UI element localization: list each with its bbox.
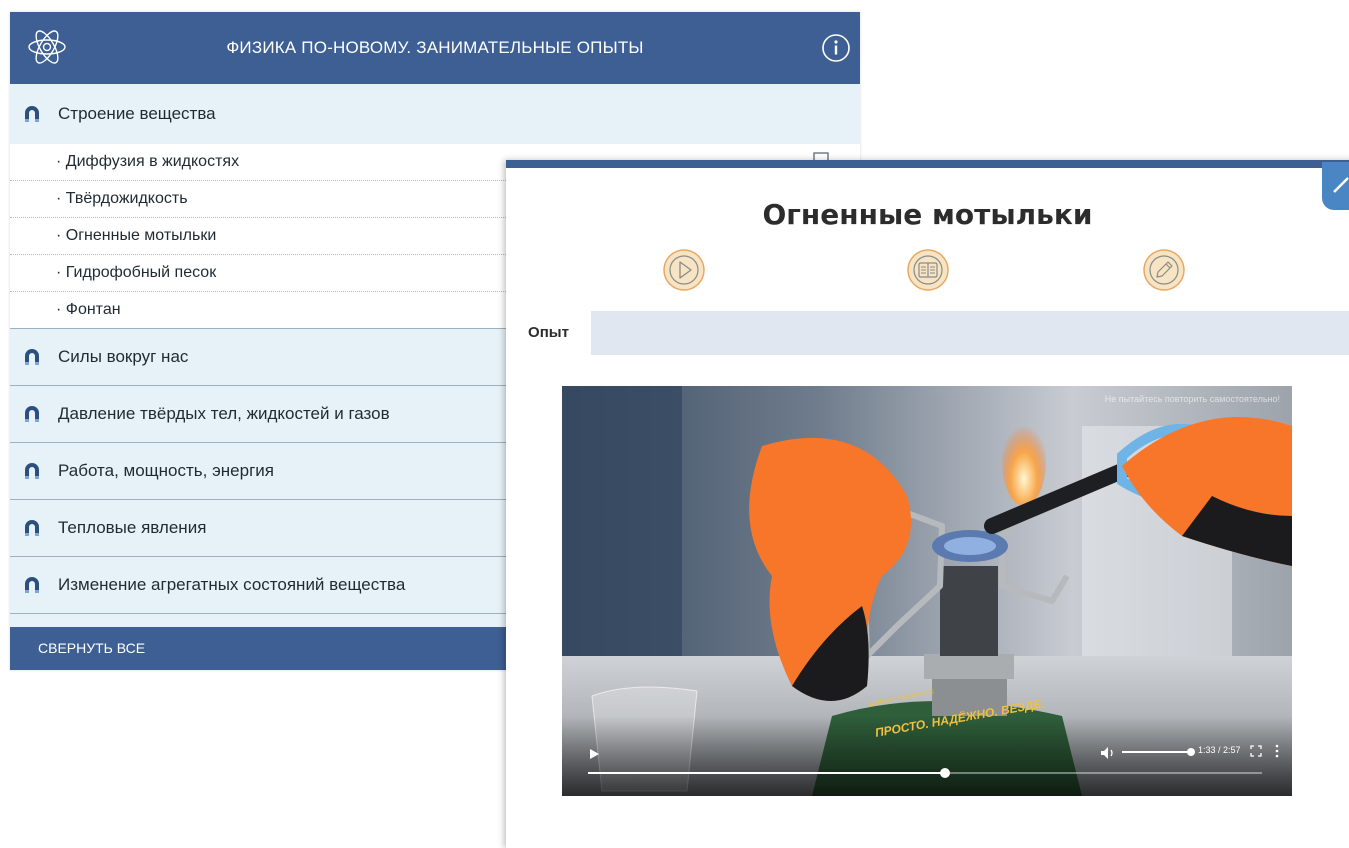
section-label: Силы вокруг нас bbox=[58, 347, 189, 366]
magnet-icon bbox=[25, 463, 39, 479]
volume-slider[interactable] bbox=[1122, 748, 1195, 756]
subitem-label: · Диффузия в жидкостях bbox=[56, 153, 240, 170]
volume-knob[interactable] bbox=[1187, 748, 1195, 756]
pencil-mode-button[interactable] bbox=[1142, 248, 1186, 292]
section-label: Изменение агрегатных состояний вещества bbox=[58, 575, 406, 594]
play-mode-button[interactable] bbox=[662, 248, 706, 292]
progress-bar[interactable] bbox=[588, 768, 1262, 778]
video-player[interactable]: Не пытайтесь повторить самостоятельно! W… bbox=[562, 386, 1292, 796]
magnet-icon bbox=[25, 520, 39, 536]
collapse-all-button[interactable]: СВЕРНУТЬ ВСЕ bbox=[38, 627, 145, 670]
video-frame bbox=[562, 386, 1292, 796]
tab-bar: Опыт bbox=[506, 311, 1349, 355]
menu-title: ФИЗИКА ПО-НОВОМУ. ЗАНИМАТЕЛЬНЫЕ ОПЫТЫ bbox=[226, 38, 644, 57]
section-label: Тепловые явления bbox=[58, 518, 207, 537]
section-structure-of-matter[interactable]: Строение вещества bbox=[10, 84, 860, 144]
experiment-window: Огненные мотыльки Опыт Не пытайтесь повт… bbox=[506, 160, 1349, 848]
info-icon[interactable] bbox=[821, 33, 851, 63]
magnet-icon bbox=[25, 106, 39, 122]
warning-text: Не пытайтесь повторить самостоятельно! bbox=[1104, 394, 1280, 404]
experiment-title: Огненные мотыльки bbox=[762, 198, 1093, 231]
magnet-icon bbox=[25, 349, 39, 365]
fullscreen-icon[interactable] bbox=[1250, 745, 1262, 757]
book-mode-button[interactable] bbox=[906, 248, 950, 292]
volume-icon[interactable] bbox=[1100, 746, 1116, 760]
subitem-label: · Фонтан bbox=[56, 301, 121, 318]
section-label: Строение вещества bbox=[58, 104, 216, 123]
progress-knob[interactable] bbox=[940, 768, 951, 778]
magnet-icon bbox=[25, 406, 39, 422]
subitem-label: · Гидрофобный песок bbox=[56, 264, 217, 281]
progress-fill bbox=[588, 772, 946, 774]
video-controls: 1:33 / 2:57 bbox=[562, 736, 1292, 796]
more-options-icon[interactable] bbox=[1274, 744, 1280, 758]
tab-experiment[interactable]: Опыт bbox=[506, 311, 591, 355]
subitem-label: · Огненные мотыльки bbox=[56, 227, 217, 244]
time-readout: 1:33 / 2:57 bbox=[1198, 745, 1241, 755]
play-icon[interactable] bbox=[588, 748, 600, 760]
section-label: Давление твёрдых тел, жидкостей и газов bbox=[58, 404, 390, 423]
magnet-icon bbox=[25, 577, 39, 593]
section-label: Работа, мощность, энергия bbox=[58, 461, 274, 480]
subitem-label: · Твёрдожидкость bbox=[56, 190, 188, 207]
menu-header: ФИЗИКА ПО-НОВОМУ. ЗАНИМАТЕЛЬНЫЕ ОПЫТЫ bbox=[10, 12, 860, 84]
